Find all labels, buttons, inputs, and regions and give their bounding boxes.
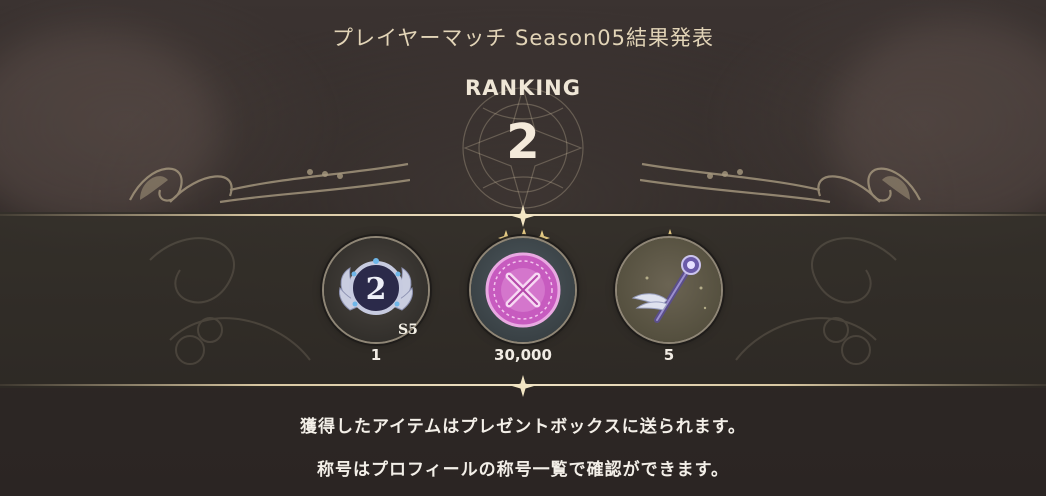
reward-item-title-medal[interactable]: 2 S5 1 [316,238,436,368]
band-swirl-ornament [735,237,897,365]
sparkle-diamond-icon [512,205,534,227]
sparkle-diamond-icon [512,375,534,397]
reward-item-wand[interactable]: 5 [609,238,729,368]
title-list-notice: 称号はプロフィールの称号一覧で確認ができます。 [317,460,729,480]
left-flourish-ornament [129,162,410,204]
present-box-notice: 獲得したアイテムはプレゼントボックスに送られます。 [299,417,747,437]
right-flourish-ornament [640,162,921,204]
svg-text:2: 2 [366,272,387,307]
winged-wand-icon [631,255,707,323]
reward-count: 1 [370,346,382,364]
reward-count: 5 [663,346,675,364]
ranking-label: RANKING [465,76,581,100]
reward-item-coin[interactable]: 30,000 [463,238,583,368]
reward-count: 30,000 [494,346,552,364]
pink-coin-icon [485,252,561,328]
season-badge: S5 [398,322,418,338]
band-swirl-ornament [149,237,311,365]
season-result-title: プレイヤーマッチ Season05結果発表 [332,26,714,50]
